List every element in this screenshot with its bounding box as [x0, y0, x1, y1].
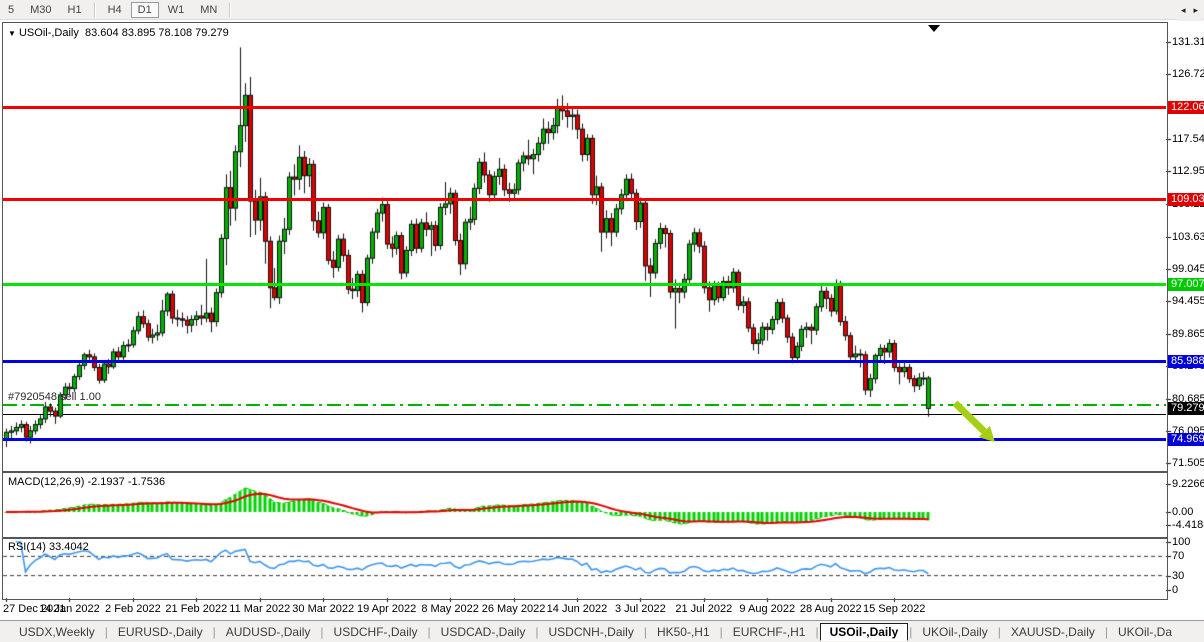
tab-usoil-daily[interactable]: USOil-,Daily — [820, 623, 909, 641]
tab-usdcad-daily[interactable]: USDCAD-,Daily — [432, 624, 535, 640]
price-badge-79.279: 79.279 — [1168, 402, 1204, 415]
terminal-window: 5M30H1 H4D1W1MN ▼ USOil-,Daily 83.604 83.… — [0, 0, 1204, 642]
toolbar-separator — [229, 3, 231, 17]
price-badge-122.06: 122.06 — [1168, 101, 1204, 114]
level-line-85.988[interactable] — [3, 360, 1166, 363]
tab-eurchf-h1[interactable]: EURCHF-,H1 — [724, 624, 815, 640]
date-axis-label: 14 Jan 2022 — [39, 603, 100, 615]
toolbar-separator — [94, 3, 96, 17]
level-line-97.007[interactable] — [3, 283, 1166, 286]
symbol-label: USOil-,Daily — [19, 27, 79, 39]
macd-indicator-label: MACD(12,26,9) -2.1937 -1.7536 — [8, 476, 165, 488]
tab-usdcnh-daily[interactable]: USDCNH-,Daily — [539, 624, 642, 640]
price-axis-tick: 112.955 — [1172, 165, 1204, 177]
date-axis-label: 19 Apr 2022 — [357, 603, 416, 615]
ohlc-values: 83.604 83.895 78.108 79.279 — [85, 27, 229, 39]
rsi-axis-tick: 0 — [1172, 584, 1178, 596]
tab-usdx-weekly[interactable]: USDX,Weekly — [10, 624, 104, 640]
timeframe-button-m30[interactable]: M30 — [23, 2, 58, 18]
timeframe-button-d1[interactable]: D1 — [131, 2, 159, 18]
rsi-axis-tick: 30 — [1172, 570, 1184, 582]
price-badge-109.03: 109.03 — [1168, 193, 1204, 206]
chart-canvas[interactable] — [0, 0, 1204, 642]
macd-axis-tick: 0.00 — [1172, 506, 1193, 518]
tab-hk50-h1[interactable]: HK50-,H1 — [648, 624, 719, 640]
price-axis-tick: 94.455 — [1172, 295, 1204, 307]
date-axis-label: 26 May 2022 — [482, 603, 546, 615]
tab-audusd-daily[interactable]: AUDUSD-,Daily — [217, 624, 320, 640]
date-axis-label: 14 Jun 2022 — [547, 603, 608, 615]
chart-shift-marker-icon[interactable] — [928, 25, 940, 32]
price-axis-tick: 126.725 — [1172, 68, 1204, 80]
price-axis-tick: 71.505 — [1172, 457, 1204, 469]
date-axis-label: 21 Jul 2022 — [675, 603, 732, 615]
price-badge-97.007: 97.007 — [1168, 278, 1204, 291]
rsi-axis-tick: 70 — [1172, 550, 1184, 562]
timeframe-toolbar: 5M30H1 H4D1W1MN — [0, 0, 1204, 20]
tab-xauusd-daily[interactable]: XAUUSD-,Daily — [1002, 624, 1104, 640]
date-axis-label: 9 Aug 2022 — [739, 603, 795, 615]
price-badge-74.969: 74.969 — [1168, 433, 1204, 446]
timeframe-button-h4[interactable]: H4 — [101, 2, 129, 18]
timeframe-button-5[interactable]: 5 — [1, 2, 21, 18]
price-axis-tick: 99.045 — [1172, 263, 1204, 275]
date-axis-label: 30 Mar 2022 — [292, 603, 354, 615]
timeframe-button-w1[interactable]: W1 — [161, 2, 192, 18]
chart-title: ▼ USOil-,Daily 83.604 83.895 78.108 79.2… — [8, 27, 229, 39]
price-axis-tick: 89.865 — [1172, 328, 1204, 340]
tab-scroll-left-icon[interactable]: ◂ — [1181, 5, 1186, 16]
tab-usdchf-daily[interactable]: USDCHF-,Daily — [325, 624, 427, 640]
price-axis-tick: 103.635 — [1172, 231, 1204, 243]
symbol-dropdown-icon[interactable]: ▼ — [8, 29, 16, 38]
macd-axis-tick: -4.4188 — [1172, 519, 1204, 531]
price-axis-tick: 131.315 — [1172, 36, 1204, 48]
date-axis-label: 21 Feb 2022 — [165, 603, 227, 615]
chart-tab-bar: USDX,Weekly|EURUSD-,Daily|AUDUSD-,Daily|… — [0, 620, 1204, 642]
level-line-122.06[interactable] — [3, 106, 1166, 109]
price-axis-tick: 117.545 — [1172, 133, 1204, 145]
date-axis-label: 3 Jul 2022 — [615, 603, 666, 615]
macd-axis-tick: 9.2266 — [1172, 478, 1204, 490]
rsi-axis-tick: 100 — [1172, 536, 1190, 548]
date-axis-label: 8 May 2022 — [421, 603, 478, 615]
level-line-109.03[interactable] — [3, 198, 1166, 201]
open-position-label: #7920548 sell 1.00 — [8, 391, 101, 403]
timeframe-button-h1[interactable]: H1 — [61, 2, 89, 18]
timeframe-button-mn[interactable]: MN — [193, 2, 224, 18]
price-badge-85.988: 85.988 — [1168, 355, 1204, 368]
date-axis-label: 11 Mar 2022 — [229, 603, 290, 615]
tab-scrollers: ◂ ▸ — [1177, 0, 1202, 21]
tab-eurusd-daily[interactable]: EURUSD-,Daily — [109, 624, 212, 640]
date-axis-label: 28 Aug 2022 — [800, 603, 862, 615]
tab-ukoil-daily[interactable]: UKOil-,Daily — [913, 624, 996, 640]
date-axis-label: 15 Sep 2022 — [863, 603, 925, 615]
tab-scroll-right-icon[interactable]: ▸ — [1193, 5, 1198, 16]
tab-ukoil-da[interactable]: UKOil-,Da — [1109, 624, 1181, 640]
date-axis-label: 2 Feb 2022 — [105, 603, 161, 615]
rsi-indicator-label: RSI(14) 33.4042 — [8, 541, 89, 553]
sell-signal-arrow[interactable] — [945, 395, 1025, 465]
